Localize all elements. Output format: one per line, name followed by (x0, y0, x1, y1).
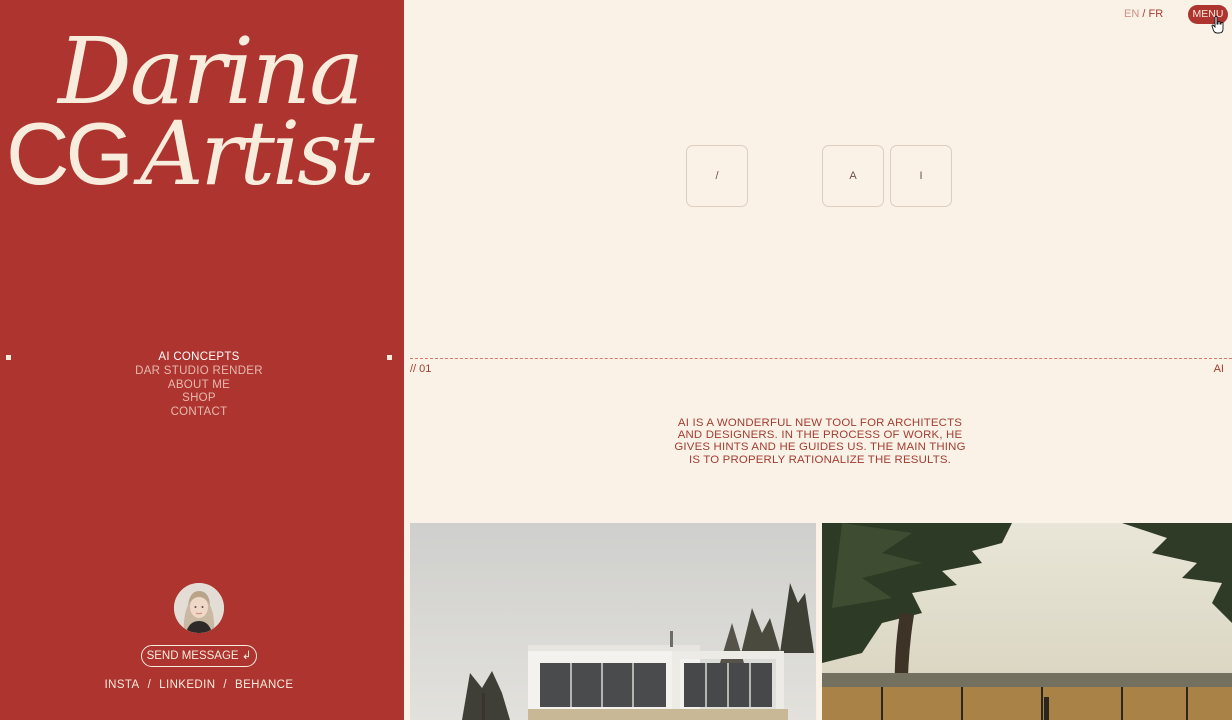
main-nav: AI CONCEPTS DAR STUDIO RENDER ABOUT ME S… (0, 351, 398, 420)
nav-item-dar-studio-render[interactable]: DAR STUDIO RENDER (0, 365, 398, 379)
social-link-linkedin[interactable]: LINKEDIN (159, 679, 215, 691)
section-divider (410, 358, 1232, 359)
avatar (174, 583, 224, 633)
lang-separator: / (1142, 8, 1146, 20)
logo-cg: CG (6, 104, 134, 203)
nav-item-about-me[interactable]: ABOUT ME (0, 379, 398, 393)
nav-item-ai-concepts[interactable]: AI CONCEPTS (0, 351, 398, 365)
project-image-glass-house[interactable] (822, 523, 1232, 720)
send-message-button[interactable]: SEND MESSAGE ↲ (141, 645, 257, 667)
project-image-white-house[interactable] (410, 523, 816, 720)
lang-fr-link[interactable]: FR (1148, 8, 1163, 20)
social-link-insta[interactable]: INSTA (105, 679, 140, 691)
section-number: // 01 (410, 363, 432, 375)
social-separator: / (147, 679, 152, 691)
logo-artist: Artist (140, 102, 375, 205)
key-a: A (822, 145, 884, 207)
key-slash: / (686, 145, 748, 207)
nav-item-shop[interactable]: SHOP (0, 392, 398, 406)
hand-pointer-icon (1211, 16, 1224, 34)
sidebar: Darina CG Artist AI CONCEPTS DAR STUDIO … (0, 0, 404, 720)
social-separator: / (223, 679, 228, 691)
nav-item-contact[interactable]: CONTACT (0, 406, 398, 420)
logo[interactable]: Darina CG Artist (0, 22, 404, 202)
social-link-behance[interactable]: BEHANCE (235, 679, 293, 691)
lang-en-link[interactable]: EN (1124, 8, 1139, 20)
section-description: AI IS A WONDERFUL NEW TOOL FOR ARCHITECT… (674, 417, 966, 466)
language-switcher: EN / FR (1124, 8, 1163, 20)
key-i: I (890, 145, 952, 207)
section-tag: AI (1213, 363, 1224, 375)
social-links: INSTA / LINKEDIN / BEHANCE (0, 679, 398, 691)
